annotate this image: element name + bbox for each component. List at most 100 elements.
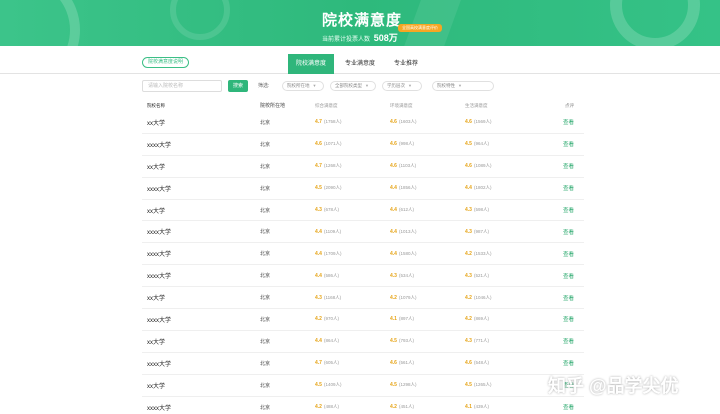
life-satisfaction: 4.3 (521人): [465, 273, 540, 279]
overall-count: (1109人): [323, 228, 342, 234]
location-dropdown-value: 院校所在地: [287, 83, 310, 88]
overall-score: 4.4: [315, 338, 322, 345]
overall-satisfaction: 4.3 (678人): [315, 207, 390, 213]
life-score: 4.5: [465, 382, 472, 389]
table-row: xx大学 北京 4.7 (1268人) 4.6 (1103人) 4.6 (1089人) 查看: [142, 156, 584, 178]
overall-score: 4.4: [315, 228, 322, 235]
table-row: xxxx大学 北京 4.6 (1071人) 4.6 (998人) 4.5 (964人) 查看: [142, 134, 584, 156]
overall-satisfaction: 4.4 (1709人): [315, 251, 390, 257]
life-count: (521人): [473, 272, 489, 278]
school-name: xx大学: [147, 296, 166, 303]
school-location: 北京: [260, 404, 271, 411]
life-count: (1533人): [473, 250, 492, 256]
life-satisfaction: 4.3 (771人): [465, 338, 540, 344]
tab-major-satisfaction[interactable]: 专业满意度: [337, 54, 383, 74]
overall-satisfaction: 4.2 (488人): [315, 404, 390, 410]
view-link[interactable]: 查看: [540, 403, 584, 411]
tab-bar: 院校满意度说明 院校满意度 专业满意度 专业推荐: [0, 52, 720, 74]
tab-school-satisfaction[interactable]: 院校满意度: [288, 54, 335, 74]
decorative-circle: [0, 0, 80, 46]
overall-count: (864人): [323, 338, 339, 344]
life-score: 4.2: [465, 294, 472, 301]
overall-satisfaction: 4.3 (1168人): [315, 295, 390, 301]
voter-count-line: 当前累计投票人数 508万: [322, 31, 398, 44]
environment-satisfaction: 4.2 (1079人): [390, 295, 465, 301]
environment-count: (561人): [398, 360, 414, 366]
page-banner: 院校满意度 全国高校满意度评价 当前累计投票人数 508万: [0, 0, 720, 46]
life-satisfaction: 4.6 (1569人): [465, 119, 540, 125]
life-count: (1265人): [473, 382, 492, 388]
school-type-dropdown[interactable]: 全部院校类型 ▼: [330, 81, 376, 91]
environment-satisfaction: 4.1 (897人): [390, 316, 465, 322]
view-link[interactable]: 查看: [540, 228, 584, 236]
school-type-dropdown-value: 全部院校类型: [335, 83, 362, 88]
filter-bar: 搜索 筛选: 院校所在地▼ 全部院校类型▼ 学历层次▼ 院校特性▼: [142, 80, 582, 92]
degree-level-dropdown[interactable]: 学历层次 ▼: [382, 81, 422, 91]
search-input[interactable]: [142, 80, 222, 92]
degree-level-dropdown-value: 学历层次: [387, 83, 405, 88]
environment-count: (793人): [398, 338, 414, 344]
school-location: 北京: [260, 382, 271, 389]
environment-count: (1298人): [398, 382, 417, 388]
school-location: 北京: [260, 163, 271, 170]
overall-score: 4.5: [315, 185, 322, 192]
view-link[interactable]: 查看: [540, 206, 584, 214]
life-score: 4.3: [465, 338, 472, 345]
overall-score: 4.7: [315, 163, 322, 170]
life-score: 4.3: [465, 272, 472, 279]
header-environment: 环境满意度: [390, 103, 413, 108]
view-link[interactable]: 查看: [540, 337, 584, 345]
environment-score: 4.6: [390, 141, 397, 148]
life-score: 4.5: [465, 141, 472, 148]
life-satisfaction: 4.4 (1802人): [465, 185, 540, 191]
environment-count: (1580人): [398, 250, 417, 256]
search-button[interactable]: 搜索: [228, 80, 248, 92]
voter-count-value: 508万: [373, 33, 398, 43]
life-score: 4.3: [465, 207, 472, 213]
environment-satisfaction: 4.4 (612人): [390, 207, 465, 213]
environment-count: (998人): [398, 141, 414, 147]
environment-count: (1079人): [398, 294, 417, 300]
tab-major-recommendation[interactable]: 专业推荐: [386, 54, 426, 74]
decorative-circle: [610, 0, 700, 46]
life-score: 4.6: [465, 360, 472, 367]
life-count: (1569人): [473, 119, 492, 125]
view-link[interactable]: 查看: [540, 359, 584, 367]
environment-satisfaction: 4.2 (451人): [390, 404, 465, 410]
overall-satisfaction: 4.7 (1268人): [315, 163, 390, 169]
life-count: (1089人): [473, 163, 492, 169]
environment-satisfaction: 4.6 (1603人): [390, 119, 465, 125]
view-link[interactable]: 查看: [540, 184, 584, 192]
school-name: xxxx大学: [147, 252, 172, 259]
overall-count: (2090人): [323, 185, 342, 191]
table-row: xxxx大学 北京 4.7 (605人) 4.6 (561人) 4.6 (548人) 查看: [142, 353, 584, 375]
school-feature-dropdown[interactable]: 院校特性 ▼: [432, 81, 494, 91]
view-link[interactable]: 查看: [540, 315, 584, 323]
environment-score: 4.4: [390, 250, 397, 257]
help-button[interactable]: 院校满意度说明: [142, 57, 190, 68]
life-satisfaction: 4.1 (439人): [465, 404, 540, 410]
environment-count: (451人): [398, 404, 414, 410]
table-row: xx大学 北京 4.3 (678人) 4.4 (612人) 4.3 (598人) 查看: [142, 200, 584, 222]
view-link[interactable]: 查看: [540, 294, 584, 302]
environment-score: 4.4: [390, 228, 397, 235]
life-count: (1046人): [473, 294, 492, 300]
view-link[interactable]: 查看: [540, 118, 584, 126]
view-link[interactable]: 查看: [540, 162, 584, 170]
location-dropdown[interactable]: 院校所在地 ▼: [282, 81, 324, 91]
life-count: (964人): [473, 141, 489, 147]
environment-score: 4.1: [390, 316, 397, 323]
school-location: 北京: [260, 229, 271, 236]
environment-count: (1603人): [398, 119, 417, 125]
life-satisfaction: 4.3 (598人): [465, 207, 540, 213]
view-link[interactable]: 查看: [540, 272, 584, 280]
life-count: (1802人): [473, 185, 492, 191]
view-link[interactable]: 查看: [540, 140, 584, 148]
table-row: xx大学 北京 4.7 (1758人) 4.6 (1603人) 4.6 (1569人) 查看: [142, 112, 584, 134]
chevron-down-icon: ▼: [458, 83, 462, 88]
table-row: xx大学 北京 4.5 (1409人) 4.5 (1298人) 4.5 (1265人) 查看: [142, 375, 584, 397]
overall-satisfaction: 4.4 (1109人): [315, 229, 390, 235]
view-link[interactable]: 查看: [540, 250, 584, 258]
school-location: 北京: [260, 316, 271, 323]
environment-satisfaction: 4.5 (1298人): [390, 382, 465, 388]
